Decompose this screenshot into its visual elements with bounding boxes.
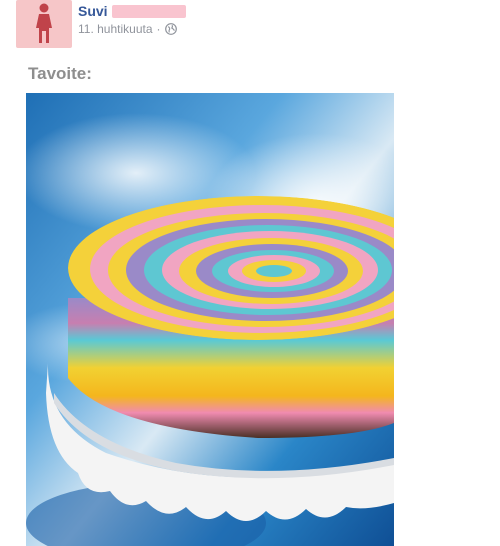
post-photo[interactable] — [26, 93, 394, 546]
name-redaction — [111, 4, 186, 18]
post-text: Tavoite: — [28, 64, 92, 83]
meta-separator: · — [156, 22, 161, 36]
post-timestamp[interactable]: 11. huhtikuuta — [78, 22, 153, 36]
author-row: Suvi — [78, 3, 186, 19]
female-silhouette-icon — [36, 3, 52, 43]
rainbow-cheesecake-image — [26, 93, 394, 546]
author-avatar[interactable] — [16, 0, 72, 48]
author-name[interactable]: Suvi — [78, 3, 108, 19]
globe-icon[interactable] — [164, 23, 177, 35]
post-meta: 11. huhtikuuta · — [78, 22, 177, 36]
